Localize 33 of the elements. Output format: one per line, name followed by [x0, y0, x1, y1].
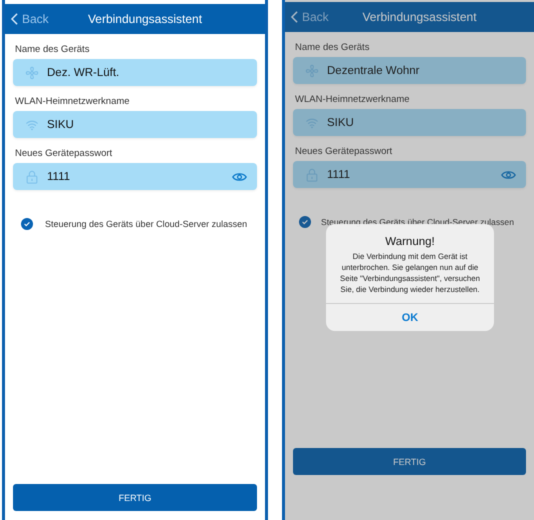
lock-icon — [25, 170, 39, 184]
input-field[interactable]: 1111 — [293, 161, 526, 188]
input-field[interactable]: 1111 — [13, 163, 257, 190]
done-button[interactable]: FERTIG — [293, 448, 526, 475]
input-field[interactable]: SIKU — [13, 111, 257, 138]
fan-icon — [25, 66, 39, 80]
field-label: Name des Geräts — [15, 44, 90, 55]
check-icon — [301, 218, 309, 226]
field-label: Neues Gerätepasswort — [15, 148, 112, 159]
back-button[interactable]: Back — [5, 8, 55, 30]
input-field[interactable]: Dezentrale Wohnr — [293, 57, 526, 84]
input-field[interactable]: Dez. WR-Lüft. — [13, 59, 257, 86]
eye-icon[interactable] — [501, 170, 516, 180]
field-label: Name des Geräts — [295, 42, 370, 53]
fan-icon — [305, 64, 319, 78]
chevron-left-icon — [291, 11, 298, 23]
checkbox-label: Steuerung des Geräts über Cloud-Server zulassen — [45, 219, 248, 229]
field-label: WLAN-Heimnetzwerkname — [295, 94, 410, 105]
input-field[interactable]: SIKU — [293, 109, 526, 136]
dialog-title: Warnung! — [385, 236, 435, 248]
eye-icon[interactable] — [232, 172, 247, 182]
checkbox-label: Steuerung des Geräts über Cloud-Server zulassen — [321, 217, 514, 227]
wifi-icon — [25, 118, 39, 132]
field-label: WLAN-Heimnetzwerkname — [15, 96, 130, 107]
lock-icon — [305, 168, 319, 182]
wifi-icon — [305, 116, 319, 130]
done-button[interactable]: FERTIG — [13, 484, 257, 511]
checkbox[interactable] — [21, 218, 33, 230]
field-label: Neues Gerätepasswort — [295, 146, 392, 157]
check-icon — [23, 220, 31, 228]
ok-button[interactable]: OK — [326, 303, 494, 331]
chevron-left-icon — [11, 13, 18, 25]
checkbox[interactable] — [299, 216, 311, 228]
